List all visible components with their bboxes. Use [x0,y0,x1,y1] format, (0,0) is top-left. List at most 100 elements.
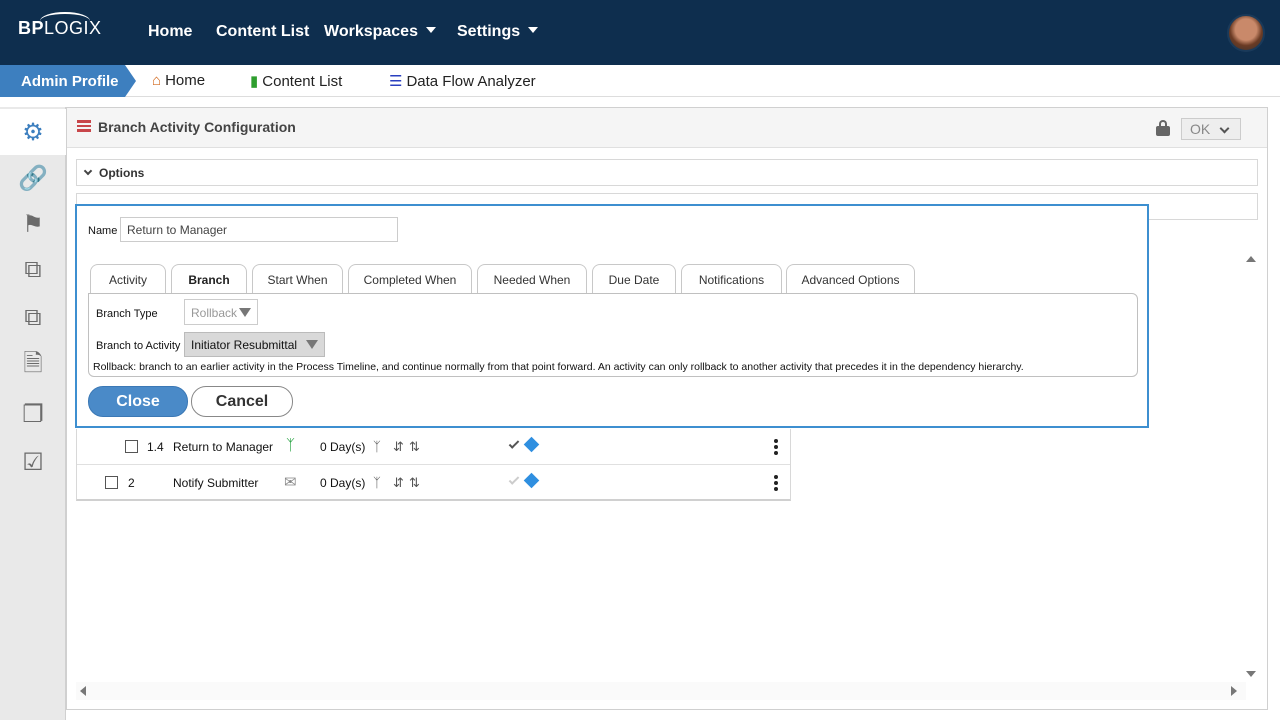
user-avatar[interactable] [1227,14,1265,52]
branch-type-value: Rollback [191,306,238,320]
nav-workspaces[interactable]: Workspaces [324,23,436,41]
options-label: Options [99,166,145,180]
nav-content-list[interactable]: Content List [216,23,309,41]
merge-icon[interactable]: ⇅ [409,439,420,455]
tab-notifications[interactable]: Notifications [681,264,782,294]
crumb-home[interactable]: ⌂ Home [152,72,205,89]
documents-icon[interactable]: ❐ [0,391,66,437]
home-icon: ⌂ [152,72,162,89]
folder-icon: ▮ [250,73,259,90]
tab-label: Due Date [608,273,660,287]
logo-arc [40,12,90,30]
subform-icon[interactable]: ⧉ [0,247,66,293]
lock-icon[interactable] [1156,120,1170,136]
row-days: 0 Day(s) [320,440,366,454]
nav-workspaces-label: Workspaces [324,23,418,40]
admin-profile-crumb[interactable]: Admin Profile [0,65,136,97]
name-label: Name [88,225,118,237]
crumb-content-list-label: Content List [262,73,343,90]
table-row[interactable]: 2 Notify Submitter ✉ 0 Day(s) ᛉ ⇵ ⇅ [77,464,790,499]
crumb-data-flow-label: Data Flow Analyzer [406,73,536,90]
gear-icon[interactable]: ⚙ [0,109,66,155]
nav-settings[interactable]: Settings [457,23,539,41]
check-icon [508,474,520,485]
tab-branch[interactable]: Branch [171,264,247,294]
horizontal-scrollbar[interactable] [76,682,1246,700]
tab-label: Activity [108,273,147,287]
scroll-down-arrow[interactable] [1246,671,1256,677]
scroll-left-arrow[interactable] [80,686,86,696]
activity-table: 1.4 Return to Manager ᛉ 0 Day(s) ᛉ ⇵ ⇅ 2… [76,429,791,501]
tab-start-when[interactable]: Start When [252,264,343,294]
row-checkbox[interactable] [125,440,138,453]
sort-icon[interactable]: ⇵ [393,475,404,491]
left-sidebar: ⚙ 🔗 ⚑ ⧉ ⧉ 🗎 ❐ ☑ [0,107,66,720]
milestone-diamond-icon [523,472,540,489]
branch-to-activity-value: Initiator Resubmittal [191,338,298,352]
close-button[interactable]: Close [88,386,188,417]
cancel-button[interactable]: Cancel [191,386,293,417]
bplogix-logo[interactable]: BPLOGIX [18,12,102,39]
name-input[interactable] [120,217,398,242]
row-name: Notify Submitter [173,476,259,490]
nav-settings-label: Settings [457,23,521,40]
branch-icon: ᛉ [286,437,296,454]
options-section[interactable]: Options [76,159,1258,186]
table-row[interactable]: 1.4 Return to Manager ᛉ 0 Day(s) ᛉ ⇵ ⇅ [77,429,790,464]
crumb-data-flow-analyzer[interactable]: ☰ Data Flow Analyzer [389,72,536,90]
fork-icon[interactable]: ᛉ [373,439,381,454]
checked-document-icon[interactable]: ☑ [0,439,66,485]
tab-advanced-options[interactable]: Advanced Options [786,264,915,294]
branch-config-dialog: Name Activity Branch Start When Complete… [75,204,1149,428]
caret-down-icon [425,26,436,33]
copy-icon[interactable]: ⧉ [0,295,66,341]
tab-completed-when[interactable]: Completed When [348,264,472,294]
dropdown-arrow-icon [239,308,251,317]
admin-profile-label: Admin Profile [21,73,119,90]
locked-document-icon[interactable]: 🗎 [0,343,66,389]
fork-icon[interactable]: ᛉ [373,475,381,490]
caret-down-icon [528,26,539,33]
tab-label: Branch [188,273,230,287]
branch-to-activity-select[interactable]: Initiator Resubmittal [184,332,325,357]
tab-activity[interactable]: Activity [90,264,166,294]
crumb-content-list[interactable]: ▮ Content List [250,72,342,90]
ok-dropdown-button[interactable]: OK [1181,118,1241,140]
panel-title: Branch Activity Configuration [98,119,296,135]
nav-home[interactable]: Home [148,23,192,41]
branch-to-activity-label: Branch to Activity [96,340,181,352]
merge-icon[interactable]: ⇅ [409,475,420,491]
milestone-diamond-icon [523,436,540,453]
kebab-menu-icon[interactable] [774,475,778,491]
crumb-home-label: Home [165,72,206,89]
flag-icon[interactable]: ⚑ [0,201,66,247]
database-icon: ☰ [389,73,403,90]
nav-home-label: Home [148,23,193,40]
ok-label: OK [1190,121,1211,137]
kebab-menu-icon[interactable] [774,439,778,455]
row-days: 0 Day(s) [320,476,366,490]
tab-label: Start When [267,273,328,287]
sort-icon[interactable]: ⇵ [393,439,404,455]
server-icon [77,120,91,132]
top-nav: BPLOGIX Home Content List Workspaces Set… [0,0,1280,65]
lock-body [1156,126,1170,136]
scroll-up-arrow[interactable] [1246,256,1256,262]
tab-needed-when[interactable]: Needed When [477,264,587,294]
row-number: 2 [128,476,135,490]
scroll-right-arrow[interactable] [1231,686,1237,696]
branch-tab-content: Branch Type Rollback Branch to Activity … [88,293,1138,377]
envelope-icon: ✉ [284,474,297,491]
branch-type-select[interactable]: Rollback [184,299,258,325]
nav-content-list-label: Content List [216,23,310,40]
link-icon[interactable]: 🔗 [0,155,66,201]
branch-type-label: Branch Type [96,308,158,320]
breadcrumb-bar: Admin Profile ⌂ Home ▮ Content List ☰ Data … [0,65,1280,97]
tab-due-date[interactable]: Due Date [592,264,676,294]
row-number: 1.4 [147,440,164,454]
panel-header: Branch Activity Configuration OK [67,108,1267,148]
row-checkbox[interactable] [105,476,118,489]
check-icon [508,438,520,449]
chevron-down-icon [83,166,93,176]
tab-label: Needed When [493,273,571,287]
